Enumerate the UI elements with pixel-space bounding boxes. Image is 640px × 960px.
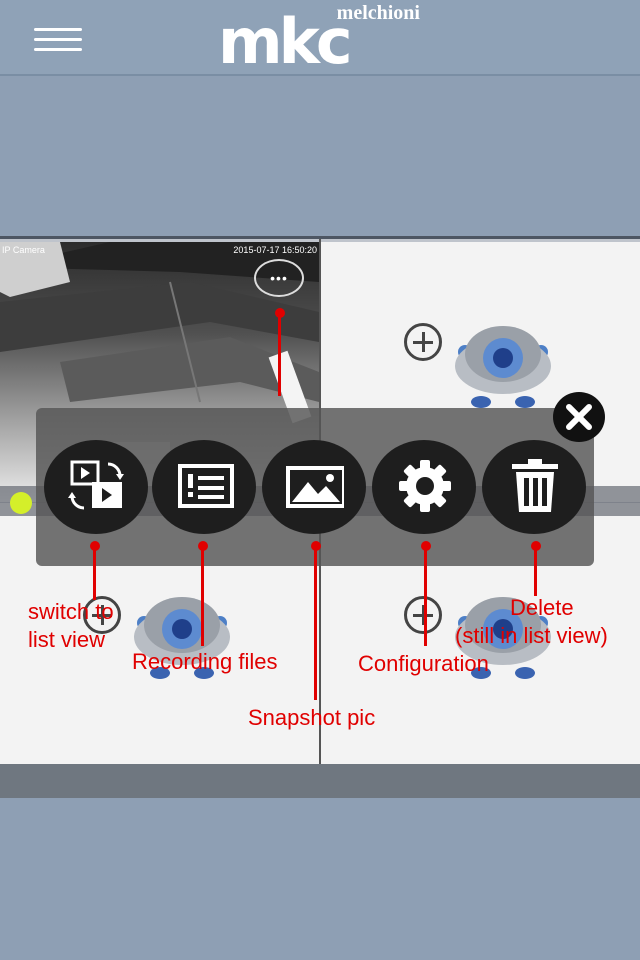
- annotation-snapshot: Snapshot pic: [248, 705, 376, 730]
- recording-files-button[interactable]: [152, 440, 256, 534]
- close-icon: [566, 404, 592, 430]
- top-bar: mkc melchioni: [0, 0, 640, 76]
- annotation-line: [424, 546, 427, 646]
- online-status-icon: [10, 492, 32, 514]
- configuration-button[interactable]: [372, 440, 476, 534]
- annotation-configuration: Configuration: [358, 651, 489, 676]
- annotation-line: [278, 314, 281, 396]
- snapshot-button[interactable]: [262, 440, 366, 534]
- more-options-button[interactable]: •••: [254, 259, 304, 297]
- logo-sub-text: melchioni: [336, 2, 420, 24]
- annotation-delete-line1: Delete: [510, 595, 574, 620]
- camera-timestamp: 2015-07-17 16:50:20: [233, 245, 317, 255]
- delete-button[interactable]: [482, 440, 586, 534]
- bottom-strip: [0, 764, 640, 798]
- camera-label: IP Camera: [2, 245, 45, 255]
- add-camera-icon[interactable]: [404, 323, 442, 361]
- close-toolbar-button[interactable]: [553, 392, 605, 442]
- add-camera-icon[interactable]: [404, 596, 442, 634]
- annotation-switch-line2: list view: [28, 627, 106, 652]
- hamburger-menu-icon[interactable]: [34, 28, 82, 54]
- gear-icon: [399, 460, 451, 512]
- annotation-line: [314, 546, 317, 700]
- annotation-recording: Recording files: [132, 649, 278, 674]
- switch-view-icon: [68, 460, 124, 510]
- annotation-line: [201, 546, 204, 646]
- mkc-logo: mkc melchioni: [218, 2, 428, 78]
- annotation-line: [93, 546, 96, 600]
- trash-icon: [512, 459, 558, 512]
- annotation-switch-line1: switch to: [28, 599, 114, 624]
- camera-mascot-icon: [455, 326, 551, 408]
- annotation-line: [534, 546, 537, 596]
- recording-list-icon: [178, 464, 234, 508]
- logo-main-text: mkc: [218, 5, 353, 78]
- annotation-delete-line2: (still in list view): [455, 623, 608, 648]
- picture-icon: [286, 466, 344, 508]
- ellipsis-icon: •••: [270, 270, 288, 286]
- switch-view-button[interactable]: [44, 440, 148, 534]
